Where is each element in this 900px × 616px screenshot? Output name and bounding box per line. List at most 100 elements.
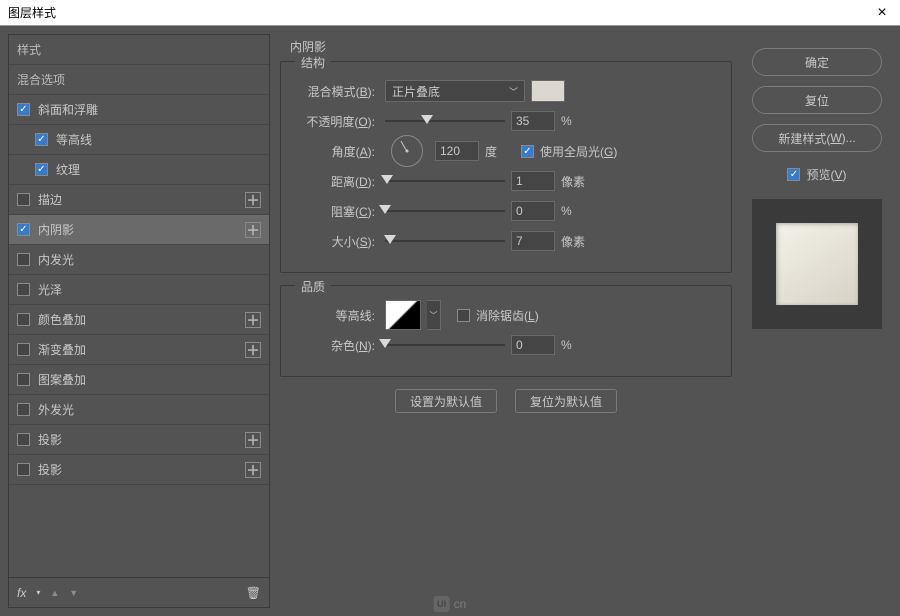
preview-label: 预览(V) [806,166,846,183]
sidebar-item-label: 纹理 [56,161,261,178]
antialias-checkbox[interactable] [457,309,470,322]
fx-menu-icon[interactable]: fx [17,586,26,600]
sidebar-item-checkbox[interactable] [17,313,30,326]
sidebar-item-8[interactable]: 渐变叠加＋ [9,335,269,365]
move-down-icon[interactable]: ▼ [69,588,78,598]
noise-unit: % [561,338,587,352]
distance-unit: 像素 [561,173,587,190]
sidebar-item-6[interactable]: 光泽 [9,275,269,305]
sidebar-item-checkbox[interactable] [35,133,48,146]
watermark-text: cn [454,597,467,611]
sidebar-item-checkbox[interactable] [35,163,48,176]
opacity-slider[interactable] [385,112,505,130]
angle-input[interactable]: 120 [435,141,479,161]
angle-dial[interactable] [391,135,423,167]
sidebar-item-checkbox[interactable] [17,343,30,356]
sidebar-item-checkbox[interactable] [17,193,30,206]
fx-dropdown-arrow[interactable]: ▾ [36,588,40,597]
sidebar-item-label: 描边 [38,191,245,208]
sidebar-item-checkbox[interactable] [17,403,30,416]
size-unit: 像素 [561,233,587,250]
size-input[interactable]: 7 [511,231,555,251]
sidebar-item-checkbox[interactable] [17,463,30,476]
sidebar-item-label: 外发光 [38,401,261,418]
distance-input[interactable]: 1 [511,171,555,191]
sidebar-item-label: 等高线 [56,131,261,148]
reset-default-button[interactable]: 复位为默认值 [515,389,617,413]
ok-button[interactable]: 确定 [752,48,882,76]
sidebar-item-11[interactable]: 投影＋ [9,425,269,455]
blend-mode-dropdown[interactable]: 正片叠底 ﹀ [385,80,525,102]
sidebar-header-blend[interactable]: 混合选项 [9,65,269,95]
size-slider[interactable] [385,232,505,250]
settings-panel: 内阴影 结构 混合模式(B): 正片叠底 ﹀ 不透明度(O): 35 % 角度(… [280,34,732,608]
contour-picker[interactable] [385,300,421,330]
sidebar-item-label: 斜面和浮雕 [38,101,261,118]
sidebar-footer: fx ▾ ▲ ▼ 🗑 [8,578,270,608]
sidebar-item-checkbox[interactable] [17,223,30,236]
close-icon[interactable]: × [872,4,892,22]
sidebar-item-label: 内发光 [38,251,261,268]
move-up-icon[interactable]: ▲ [50,588,59,598]
reset-button[interactable]: 复位 [752,86,882,114]
noise-slider[interactable] [385,336,505,354]
choke-input[interactable]: 0 [511,201,555,221]
sidebar-item-3[interactable]: 描边＋ [9,185,269,215]
global-light-checkbox[interactable]: ✓ [521,145,534,158]
preview-checkbox[interactable]: ✓ [787,168,800,181]
opacity-label: 不透明度(O): [293,113,379,130]
shadow-color-swatch[interactable] [531,80,565,102]
sidebar-item-1[interactable]: 等高线 [9,125,269,155]
add-effect-icon[interactable]: ＋ [245,432,261,448]
sidebar-item-label: 颜色叠加 [38,311,245,328]
sidebar-item-checkbox[interactable] [17,253,30,266]
add-effect-icon[interactable]: ＋ [245,342,261,358]
make-default-button[interactable]: 设置为默认值 [395,389,497,413]
sidebar-item-7[interactable]: 颜色叠加＋ [9,305,269,335]
sidebar-item-checkbox[interactable] [17,433,30,446]
contour-label: 等高线: [293,307,379,324]
sidebar-item-9[interactable]: 图案叠加 [9,365,269,395]
sidebar-item-checkbox[interactable] [17,103,30,116]
add-effect-icon[interactable]: ＋ [245,222,261,238]
sidebar-item-checkbox[interactable] [17,373,30,386]
sidebar-item-checkbox[interactable] [17,283,30,296]
opacity-input[interactable]: 35 [511,111,555,131]
opacity-unit: % [561,114,587,128]
panel-title: 内阴影 [290,38,732,55]
trash-icon[interactable]: 🗑 [246,586,261,600]
antialias-label: 消除锯齿(L) [476,307,539,324]
sidebar-item-10[interactable]: 外发光 [9,395,269,425]
action-panel: 确定 复位 新建样式(W)... ✓ 预览(V) [742,34,892,608]
chevron-down-icon: ﹀ [509,85,518,98]
structure-group: 结构 混合模式(B): 正片叠底 ﹀ 不透明度(O): 35 % 角度(A): … [280,61,732,273]
new-style-button[interactable]: 新建样式(W)... [752,124,882,152]
contour-dropdown-arrow[interactable]: ﹀ [427,300,441,330]
sidebar-item-label: 渐变叠加 [38,341,245,358]
blend-mode-label: 混合模式(B): [293,83,379,100]
global-light-label: 使用全局光(G) [540,143,617,160]
styles-sidebar: 样式混合选项斜面和浮雕等高线纹理描边＋内阴影＋内发光光泽颜色叠加＋渐变叠加＋图案… [8,34,270,608]
noise-input[interactable]: 0 [511,335,555,355]
sidebar-item-12[interactable]: 投影＋ [9,455,269,485]
add-effect-icon[interactable]: ＋ [245,192,261,208]
choke-unit: % [561,204,587,218]
sidebar-item-label: 投影 [38,461,245,478]
sidebar-item-0[interactable]: 斜面和浮雕 [9,95,269,125]
sidebar-header-styles[interactable]: 样式 [9,35,269,65]
sidebar-item-label: 光泽 [38,281,261,298]
sidebar-item-4[interactable]: 内阴影＋ [9,215,269,245]
sidebar-item-5[interactable]: 内发光 [9,245,269,275]
watermark-logo-icon: UI [434,596,450,612]
choke-slider[interactable] [385,202,505,220]
distance-slider[interactable] [385,172,505,190]
sidebar-item-2[interactable]: 纹理 [9,155,269,185]
choke-label: 阻塞(C): [293,203,379,220]
sidebar-item-label: 投影 [38,431,245,448]
add-effect-icon[interactable]: ＋ [245,462,261,478]
noise-label: 杂色(N): [293,337,379,354]
angle-label: 角度(A): [293,143,379,160]
add-effect-icon[interactable]: ＋ [245,312,261,328]
title-bar: 图层样式 × [0,0,900,26]
structure-legend: 结构 [295,54,331,71]
